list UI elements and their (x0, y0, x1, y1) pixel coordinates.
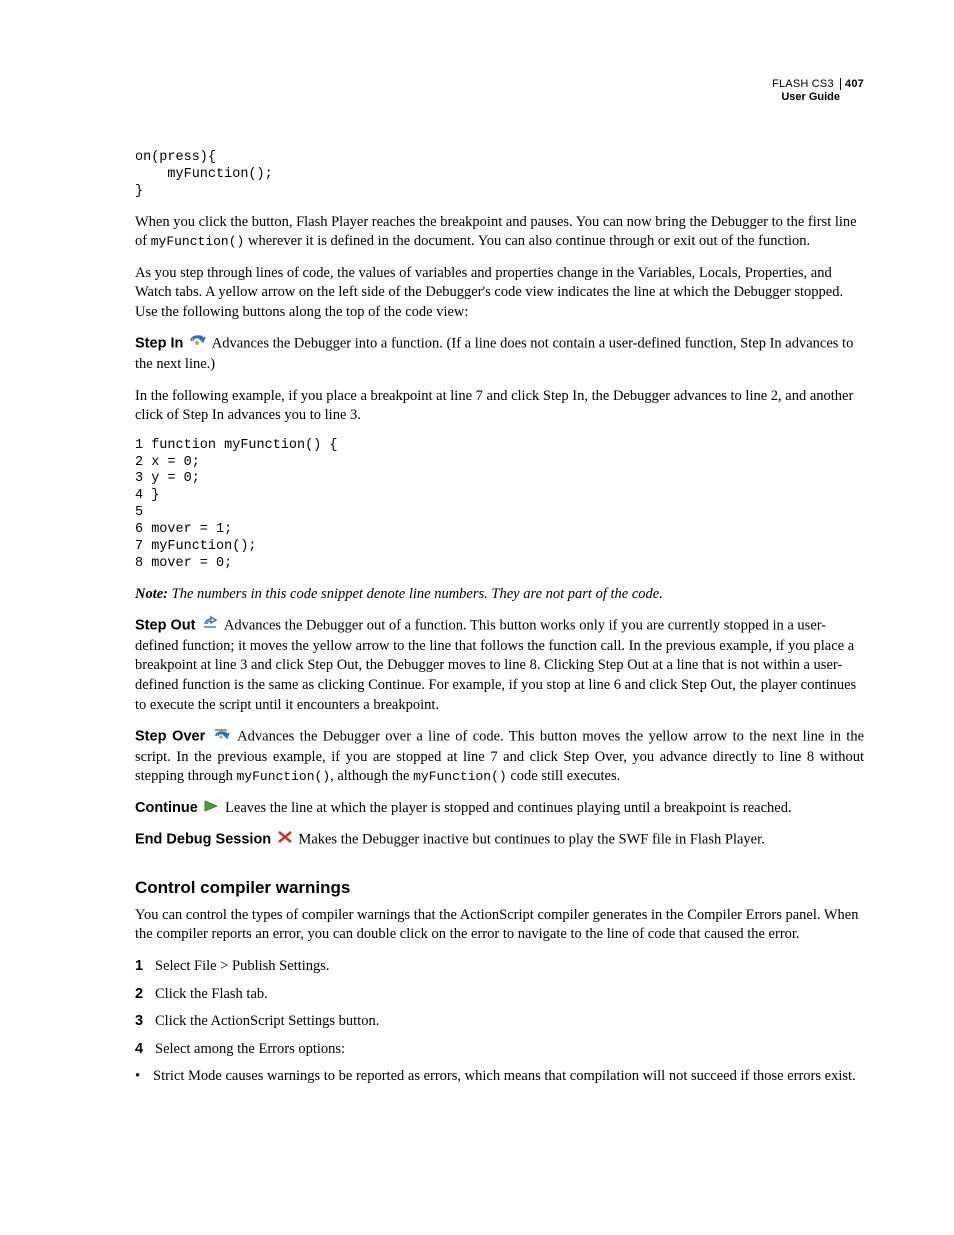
page-content: on(press){ myFunction(); } When you clic… (135, 150, 864, 1087)
step-item: 3Click the ActionScript Settings button. (135, 1012, 864, 1032)
step-text: Click the Flash tab. (155, 985, 268, 1005)
page-number: 407 (840, 78, 864, 90)
end-debug-label: End Debug Session (135, 832, 271, 848)
inline-code: myFunction() (237, 769, 331, 784)
step-in-text: Advances the Debugger into a function. (… (135, 336, 853, 372)
paragraph: When you click the button, Flash Player … (135, 213, 864, 252)
step-text: Select among the Errors options: (155, 1040, 345, 1060)
inline-code: myFunction() (413, 769, 507, 784)
step-text: Select File > Publish Settings. (155, 957, 330, 977)
step-out-paragraph: Step Out Advances the Debugger out of a … (135, 616, 864, 715)
inline-code: myFunction() (151, 234, 245, 249)
continue-label: Continue (135, 800, 198, 816)
code-block-2: 1 function myFunction() { 2 x = 0; 3 y =… (135, 438, 864, 573)
step-number: 3 (135, 1012, 153, 1032)
text: wherever it is defined in the document. … (244, 233, 810, 249)
end-debug-icon (277, 830, 293, 851)
page-header: FLASH CS3 407 User Guide (772, 78, 864, 104)
text: code still executes. (507, 768, 621, 784)
page: FLASH CS3 407 User Guide on(press){ myFu… (0, 0, 954, 1235)
step-number: 2 (135, 985, 153, 1005)
bullet-item: •Strict Mode causes warnings to be repor… (135, 1067, 864, 1087)
continue-text: Leaves the line at which the player is s… (225, 800, 792, 816)
step-out-text: Advances the Debugger out of a function.… (135, 618, 856, 713)
section-intro: You can control the types of compiler wa… (135, 906, 864, 945)
note-text: The numbers in this code snippet denote … (168, 586, 663, 602)
bullet-text: Strict Mode causes warnings to be report… (153, 1067, 856, 1087)
step-item: 4Select among the Errors options: (135, 1040, 864, 1060)
step-in-icon (189, 334, 207, 355)
paragraph: In the following example, if you place a… (135, 387, 864, 426)
step-item: 1Select File > Publish Settings. (135, 957, 864, 977)
bullet-list: •Strict Mode causes warnings to be repor… (135, 1067, 864, 1087)
guide-label: User Guide (772, 91, 864, 104)
code-block-1: on(press){ myFunction(); } (135, 150, 864, 201)
end-debug-text: Makes the Debugger inactive but continue… (298, 832, 764, 848)
step-over-icon (213, 727, 231, 748)
text: , although the (330, 768, 413, 784)
section-heading: Control compiler warnings (135, 877, 864, 900)
note-label: Note: (135, 586, 168, 602)
step-in-paragraph: Step In Advances the Debugger into a fun… (135, 334, 864, 374)
bullet-dot: • (135, 1067, 153, 1087)
step-number: 1 (135, 957, 153, 977)
paragraph: As you step through lines of code, the v… (135, 264, 864, 323)
step-item: 2Click the Flash tab. (135, 985, 864, 1005)
continue-icon (203, 799, 219, 819)
step-in-label: Step In (135, 336, 183, 352)
step-over-paragraph: Step Over Advances the Debugger over a l… (135, 727, 864, 787)
steps-list: 1Select File > Publish Settings. 2Click … (135, 957, 864, 1059)
product-name: FLASH CS3 (772, 78, 834, 90)
step-text: Click the ActionScript Settings button. (155, 1012, 379, 1032)
end-debug-paragraph: End Debug Session Makes the Debugger ina… (135, 830, 864, 851)
step-out-label: Step Out (135, 618, 195, 634)
note-paragraph: Note: The numbers in this code snippet d… (135, 585, 864, 605)
step-out-icon (201, 616, 219, 637)
continue-paragraph: Continue Leaves the line at which the pl… (135, 799, 864, 819)
step-number: 4 (135, 1040, 153, 1060)
step-over-label: Step Over (135, 729, 205, 745)
